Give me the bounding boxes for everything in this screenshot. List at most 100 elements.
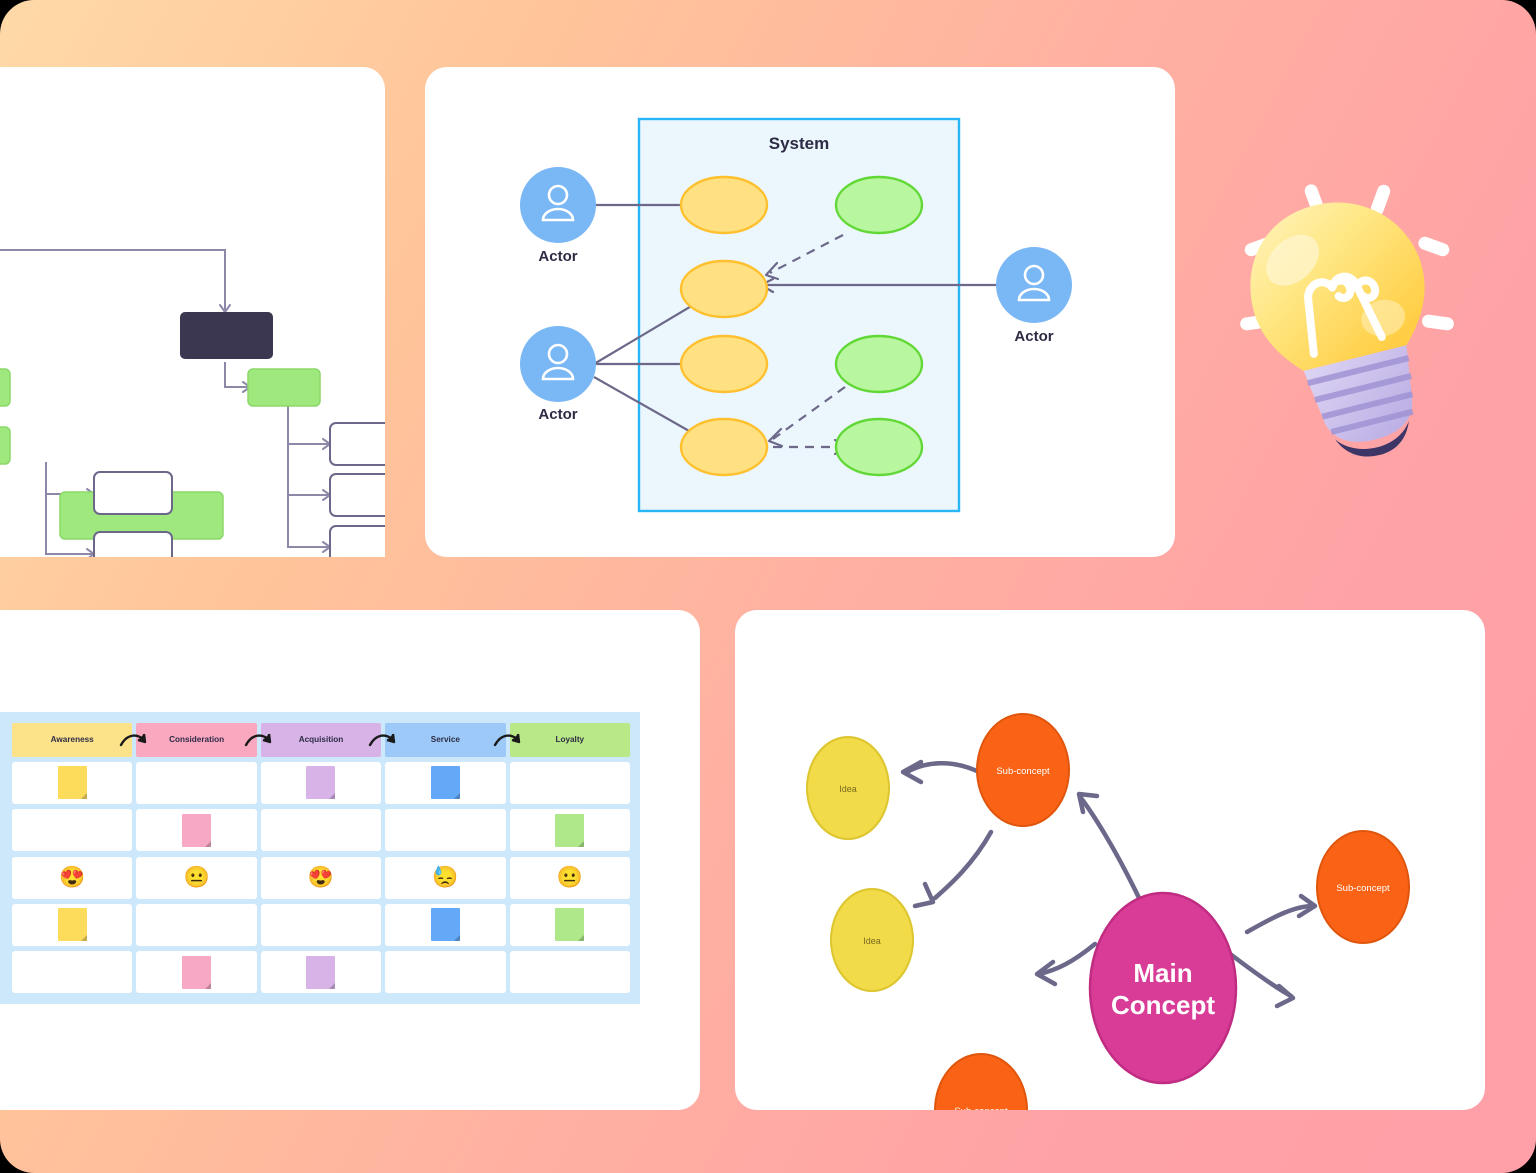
- phase-cell[interactable]: Awareness: [12, 722, 147, 757]
- mindmap-idea-node[interactable]: Idea: [830, 888, 914, 992]
- flow-node-green: [0, 368, 11, 407]
- actor-bottom-left[interactable]: Actor: [520, 326, 596, 423]
- arrow-main-to-subconcept-top: [1078, 795, 1143, 903]
- phase-arrow-icon: [244, 733, 271, 746]
- canvas-background: System Actor Actor Actor Awareness Consi…: [0, 0, 1536, 1173]
- row-label-touchpoints: Touch points What part of the service do…: [0, 808, 8, 851]
- arrow-main-to-subconcept-right: [1244, 903, 1316, 935]
- journey-cell: [385, 951, 506, 994]
- flow-node-dark: [180, 312, 273, 359]
- journey-row-touchpoints: Touch points What part of the service do…: [0, 808, 630, 852]
- sticky-note[interactable]: [306, 955, 336, 989]
- row-label-action: Action What action do they need to take?: [0, 761, 8, 804]
- phase-awareness: Awareness: [12, 722, 147, 757]
- feeling-emoji-icon[interactable]: 😓: [432, 867, 458, 888]
- journey-cell: [509, 761, 630, 804]
- phase-cell[interactable]: Loyalty: [509, 722, 630, 757]
- flowchart-svg: [0, 249, 385, 557]
- row-label-opportunities: Opportunities How can we improve?: [0, 951, 8, 994]
- sticky-note[interactable]: [555, 813, 585, 847]
- mindmap-idea-node[interactable]: Idea: [806, 736, 890, 840]
- main-concept-label-line1: Main: [1133, 958, 1192, 988]
- journey-cell: 😐: [509, 856, 630, 899]
- flow-node-green: [0, 426, 11, 465]
- journey-cell: [509, 903, 630, 946]
- sticky-note[interactable]: [182, 955, 212, 989]
- idea-label: Idea: [863, 936, 881, 946]
- phase-service: Service: [385, 722, 520, 757]
- feeling-emoji-icon[interactable]: 😐: [184, 867, 210, 888]
- row-title: Pain points: [0, 912, 8, 923]
- journey-cell: 😍: [12, 856, 133, 899]
- journey-cell: [136, 951, 257, 994]
- journey-cell: [260, 903, 382, 946]
- flowchart-sitemap-card[interactable]: [0, 67, 385, 557]
- sticky-note[interactable]: [306, 766, 336, 800]
- main-concept-label-line2: Concept: [1111, 990, 1215, 1020]
- feeling-emoji-icon[interactable]: 😍: [308, 867, 334, 888]
- system-label: System: [769, 134, 829, 153]
- subconcept-label: Sub-concept: [996, 766, 1050, 777]
- sticky-note[interactable]: [430, 766, 460, 800]
- journey-cell: [12, 809, 133, 852]
- row-title: Action: [0, 773, 8, 784]
- sticky-note[interactable]: [182, 813, 212, 847]
- journey-row-feelings: Feelings Good 😍 Neutral 😐 Bad: [0, 856, 630, 899]
- row-title: Phases: [0, 726, 8, 737]
- customer-journey-map-card[interactable]: Phases Which step of the experience are …: [0, 610, 700, 1110]
- sticky-note[interactable]: [57, 908, 87, 942]
- phase-consideration: Consideration: [136, 722, 271, 757]
- mind-map-card[interactable]: Idea Idea Sub-concept Sub-concept Sub-co…: [735, 610, 1485, 1110]
- journey-cell: [12, 761, 133, 804]
- row-label-feelings: Feelings Good 😍 Neutral 😐 Bad: [0, 856, 8, 899]
- journey-cell: [12, 951, 133, 994]
- mindmap-main-node[interactable]: Main Concept: [1088, 891, 1238, 1085]
- sticky-note[interactable]: [57, 766, 87, 800]
- idea-label: Idea: [839, 784, 857, 794]
- row-title: Touch points: [0, 817, 8, 828]
- journey-cell: [260, 809, 382, 852]
- journey-cell: 😍: [260, 856, 382, 899]
- phase-loyalty: Loyalty: [509, 722, 630, 757]
- journey-cell: [260, 761, 382, 804]
- journey-cell: 😓: [385, 856, 506, 899]
- feeling-emoji-icon[interactable]: 😍: [59, 867, 85, 888]
- journey-cell: [509, 951, 630, 994]
- feelings-legend: Good 😍 Neutral 😐 Bad 😓: [0, 873, 8, 896]
- actor-label: Actor: [538, 406, 577, 423]
- journey-cell: [509, 809, 630, 852]
- row-title: Feelings: [0, 859, 8, 870]
- journey-map-panel: Phases Which step of the experience are …: [0, 712, 640, 1004]
- row-label-painpoints: Pain points What prevents them from exec…: [0, 903, 8, 946]
- phase-cell[interactable]: Service: [385, 722, 520, 757]
- actor-top-left[interactable]: Actor: [520, 167, 596, 265]
- journey-row-action: Action What action do they need to take?: [0, 761, 630, 804]
- sticky-note[interactable]: [555, 908, 585, 942]
- flow-node-plain: [93, 422, 385, 557]
- mind-map-svg: Idea Idea Sub-concept Sub-concept Sub-co…: [806, 713, 1410, 1110]
- subconcept-label: Sub-concept: [1336, 883, 1390, 894]
- mindmap-subconcept-node[interactable]: Sub-concept: [1316, 830, 1410, 944]
- sticky-note[interactable]: [430, 908, 460, 942]
- feeling-emoji-icon[interactable]: 😐: [557, 867, 583, 888]
- phase-arrow-icon: [368, 733, 396, 746]
- use-case-diagram-card[interactable]: System Actor Actor Actor: [425, 67, 1175, 557]
- journey-cell: [136, 809, 257, 852]
- journey-cell: [385, 903, 506, 946]
- phase-cell[interactable]: Consideration: [136, 722, 271, 757]
- actor-label: Actor: [538, 248, 577, 265]
- actor-right[interactable]: Actor: [996, 247, 1072, 345]
- journey-row-opportunities: Opportunities How can we improve?: [0, 951, 630, 994]
- phase-arrow-icon: [493, 733, 520, 746]
- arrow-main-to-subconcept-bottomleft: [1036, 941, 1098, 977]
- mindmap-subconcept-node[interactable]: Sub-concept: [934, 1053, 1028, 1110]
- arrow-subconcept-to-idea2: [932, 829, 994, 901]
- journey-cell: [385, 761, 506, 804]
- journey-map-table: Phases Which step of the experience are …: [0, 718, 634, 998]
- phase-cell[interactable]: Acquisition: [260, 722, 396, 757]
- actor-label: Actor: [1014, 328, 1053, 345]
- mindmap-subconcept-node[interactable]: Sub-concept: [976, 713, 1070, 827]
- use-case-svg: System Actor Actor Actor: [520, 117, 1072, 513]
- phase-acquisition: Acquisition: [260, 722, 396, 757]
- phase-arrow-icon: [120, 733, 147, 746]
